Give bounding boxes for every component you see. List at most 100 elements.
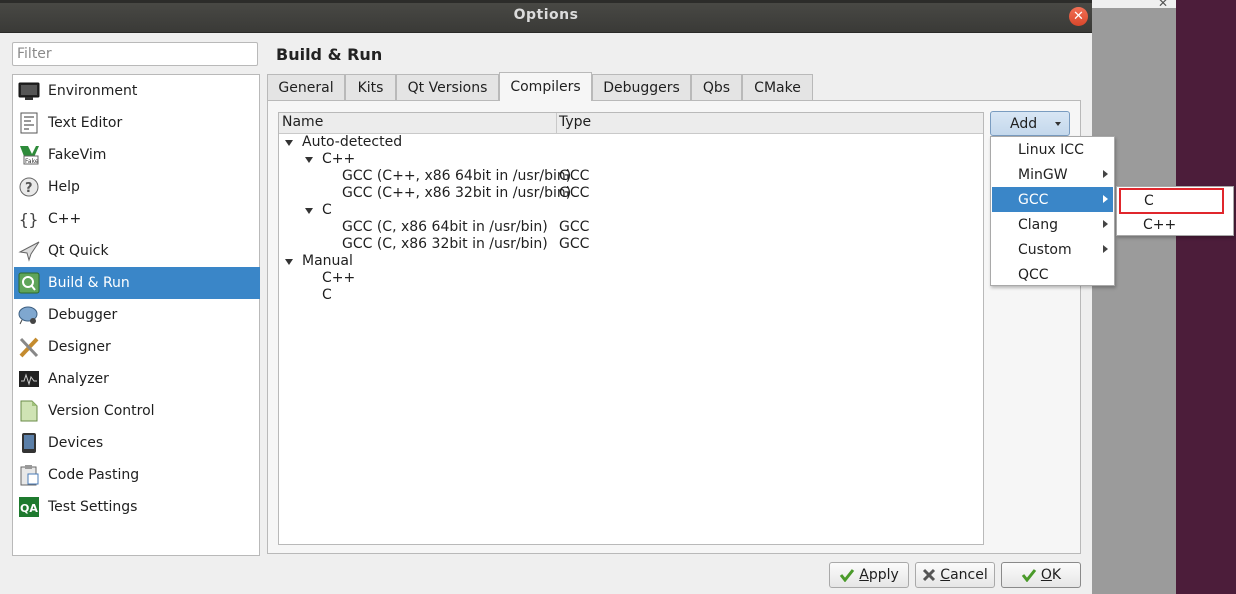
sidebar-item-code-pasting[interactable]: Code Pasting	[14, 459, 260, 491]
add-button-label: Add	[1010, 115, 1038, 132]
close-button[interactable]: ✕	[1069, 7, 1088, 26]
sidebar-item-label: Devices	[48, 435, 104, 451]
compiler-tree[interactable]: Name Type Auto-detected C++ GCC (C++, x8…	[278, 112, 984, 545]
compiler-type: GCC	[559, 185, 590, 201]
submenu-arrow-icon	[1103, 220, 1108, 228]
desktop-background-right	[1176, 0, 1236, 594]
paper-plane-icon	[18, 240, 40, 262]
oscilloscope-icon	[18, 368, 40, 390]
tab-kits[interactable]: Kits	[345, 74, 396, 100]
qa-icon: QA	[18, 496, 40, 518]
compiler-type: GCC	[559, 168, 590, 184]
cancel-button[interactable]: Cancel	[915, 562, 995, 588]
compiler-type: GCC	[559, 236, 590, 252]
submenu-arrow-icon	[1103, 245, 1108, 253]
category-list: Environment Text Editor Fake FakeVim ? H…	[12, 74, 260, 556]
tree-group-manual-c[interactable]: C	[322, 287, 332, 304]
expand-arrow-icon[interactable]	[305, 208, 313, 214]
compiler-type: GCC	[559, 219, 590, 235]
document-icon	[18, 400, 40, 422]
submenu-arrow-icon	[1103, 170, 1108, 178]
compiler-name[interactable]: GCC (C, x86 64bit in /usr/bin)	[342, 219, 548, 236]
menu-item-linux-icc[interactable]: Linux ICC	[992, 137, 1113, 162]
menu-item-clang[interactable]: Clang	[992, 212, 1113, 237]
compiler-name[interactable]: GCC (C++, x86 64bit in /usr/bin)	[342, 168, 571, 185]
submenu-item-c[interactable]: C	[1119, 188, 1224, 214]
sidebar-item-label: Designer	[48, 339, 111, 355]
sidebar-item-text-editor[interactable]: Text Editor	[14, 107, 260, 139]
ok-button[interactable]: OK	[1001, 562, 1081, 588]
menu-item-gcc[interactable]: GCC	[992, 187, 1113, 212]
sidebar-item-fakevim[interactable]: Fake FakeVim	[14, 139, 260, 171]
apply-button-label: Apply	[859, 567, 899, 583]
menu-item-mingw[interactable]: MinGW	[992, 162, 1113, 187]
sidebar-item-label: Qt Quick	[48, 243, 109, 259]
add-button[interactable]: Add	[990, 111, 1070, 136]
page-title: Build & Run	[276, 45, 383, 64]
title-bar: Options ✕	[0, 0, 1092, 33]
menu-item-custom[interactable]: Custom	[992, 237, 1113, 262]
expand-arrow-icon[interactable]	[285, 259, 293, 265]
checkmark-icon	[839, 568, 855, 582]
sidebar-item-test-settings[interactable]: QA Test Settings	[14, 491, 260, 523]
compiler-name[interactable]: GCC (C++, x86 32bit in /usr/bin)	[342, 185, 571, 202]
sidebar-item-label: Test Settings	[48, 499, 138, 515]
tab-qbs[interactable]: Qbs	[691, 74, 742, 100]
submenu-item-cpp[interactable]: C++	[1118, 213, 1232, 237]
compiler-name[interactable]: GCC (C, x86 32bit in /usr/bin)	[342, 236, 548, 253]
sidebar-item-label: C++	[48, 211, 82, 227]
braces-icon: {}	[18, 208, 40, 230]
sidebar-item-label: Environment	[48, 83, 138, 99]
apply-button[interactable]: Apply	[829, 562, 909, 588]
tree-group-auto-detected[interactable]: Auto-detected	[302, 134, 402, 151]
chevron-down-icon	[1055, 122, 1061, 126]
sidebar-item-qt-quick[interactable]: Qt Quick	[14, 235, 260, 267]
tab-debuggers[interactable]: Debuggers	[592, 74, 691, 100]
tree-group-c[interactable]: C	[322, 202, 332, 219]
fakevim-icon: Fake	[18, 144, 40, 166]
sidebar-item-label: Code Pasting	[48, 467, 140, 483]
sidebar-item-label: Debugger	[48, 307, 118, 323]
background-window: ✕	[1092, 0, 1176, 594]
submenu-arrow-icon	[1103, 195, 1108, 203]
tree-group-manual-cpp[interactable]: C++	[322, 270, 355, 287]
tab-general[interactable]: General	[267, 74, 345, 100]
sidebar-item-label: Version Control	[48, 403, 155, 419]
close-icon: ✕	[1073, 9, 1084, 24]
tree-group-manual[interactable]: Manual	[302, 253, 353, 270]
add-compiler-menu: Linux ICC MinGW GCC Clang Custom QCC	[990, 136, 1115, 286]
expand-arrow-icon[interactable]	[305, 157, 313, 163]
sidebar-item-label: Build & Run	[48, 275, 130, 291]
svg-text:{}: {}	[19, 210, 38, 229]
pencil-ruler-icon	[18, 336, 40, 358]
tab-qt-versions[interactable]: Qt Versions	[396, 74, 499, 100]
ok-button-label: OK	[1040, 567, 1062, 583]
sidebar-item-cpp[interactable]: {} C++	[14, 203, 260, 235]
menu-item-qcc[interactable]: QCC	[992, 262, 1113, 287]
bug-icon	[18, 304, 40, 326]
expand-arrow-icon[interactable]	[285, 140, 293, 146]
sidebar-item-analyzer[interactable]: Analyzer	[14, 363, 260, 395]
svg-text:?: ?	[25, 181, 33, 196]
tree-group-cpp[interactable]: C++	[322, 151, 355, 168]
clipboard-icon	[18, 464, 40, 486]
sidebar-item-devices[interactable]: Devices	[14, 427, 260, 459]
cancel-button-label: Cancel	[940, 567, 988, 583]
column-header-type[interactable]: Type	[559, 114, 591, 130]
sidebar-item-help[interactable]: ? Help	[14, 171, 260, 203]
tab-cmake[interactable]: CMake	[742, 74, 813, 100]
options-dialog: Options ✕ Environment Text Editor Fake F…	[0, 0, 1092, 594]
tree-header: Name Type	[279, 113, 983, 134]
sidebar-item-version-control[interactable]: Version Control	[14, 395, 260, 427]
column-header-name[interactable]: Name	[282, 114, 323, 130]
qt-build-icon	[18, 272, 40, 294]
sidebar-item-debugger[interactable]: Debugger	[14, 299, 260, 331]
sidebar-item-label: Analyzer	[48, 371, 109, 387]
sidebar-item-label: Help	[48, 179, 80, 195]
sidebar-item-environment[interactable]: Environment	[14, 75, 260, 107]
text-editor-icon	[18, 112, 40, 134]
sidebar-item-build-run[interactable]: Build & Run	[14, 267, 260, 299]
filter-input[interactable]	[12, 42, 258, 66]
sidebar-item-designer[interactable]: Designer	[14, 331, 260, 363]
tab-compilers[interactable]: Compilers	[499, 72, 592, 101]
